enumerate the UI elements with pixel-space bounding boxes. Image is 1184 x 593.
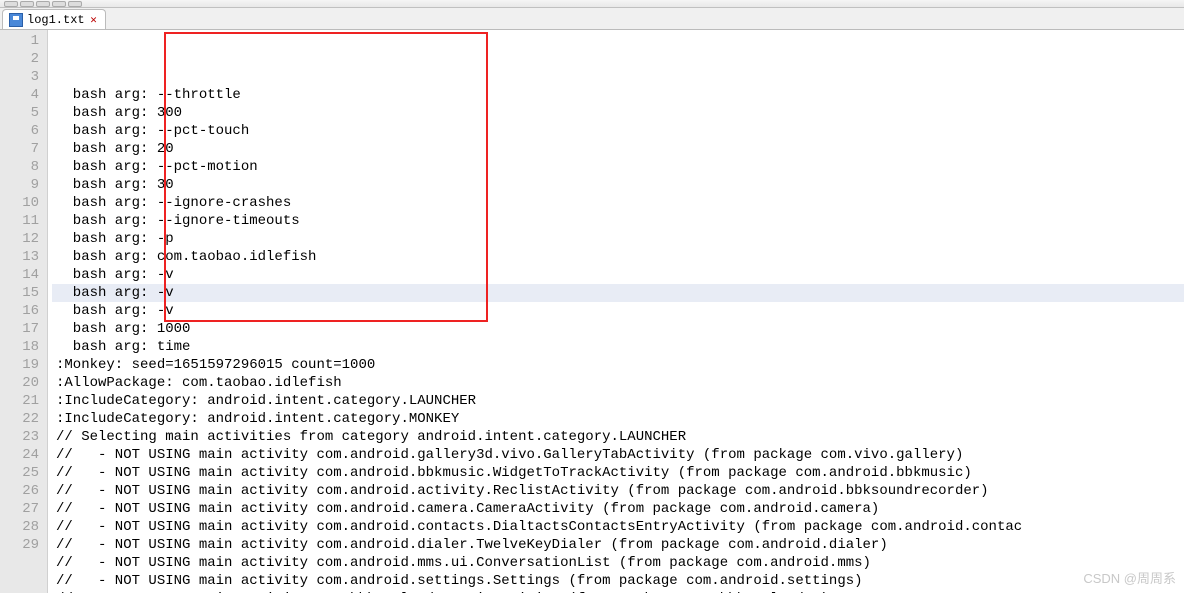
- code-line[interactable]: // - NOT USING main activity com.android…: [52, 572, 1184, 590]
- code-line[interactable]: :Monkey: seed=1651597296015 count=1000: [52, 356, 1184, 374]
- code-line[interactable]: :IncludeCategory: android.intent.categor…: [52, 410, 1184, 428]
- code-line[interactable]: bash arg: --pct-motion: [52, 158, 1184, 176]
- code-line[interactable]: // Selecting main activities from catego…: [52, 428, 1184, 446]
- toolbar: [0, 0, 1184, 8]
- code-line[interactable]: bash arg: --ignore-timeouts: [52, 212, 1184, 230]
- code-line[interactable]: // - NOT USING main activity com.android…: [52, 500, 1184, 518]
- line-number: 1: [0, 32, 39, 50]
- line-number: 3: [0, 68, 39, 86]
- line-number: 6: [0, 122, 39, 140]
- editor-area[interactable]: 1234567891011121314151617181920212223242…: [0, 30, 1184, 593]
- line-number: 11: [0, 212, 39, 230]
- code-line[interactable]: :AllowPackage: com.taobao.idlefish: [52, 374, 1184, 392]
- line-number: 9: [0, 176, 39, 194]
- code-line[interactable]: bash arg: 1000: [52, 320, 1184, 338]
- line-number: 16: [0, 302, 39, 320]
- code-line[interactable]: // - NOT USING main activity com.android…: [52, 518, 1184, 536]
- toolbar-icon[interactable]: [36, 1, 50, 7]
- code-line[interactable]: bash arg: --ignore-crashes: [52, 194, 1184, 212]
- line-number: 18: [0, 338, 39, 356]
- close-icon[interactable]: ✕: [89, 15, 99, 25]
- code-line[interactable]: bash arg: --pct-touch: [52, 122, 1184, 140]
- line-number: 14: [0, 266, 39, 284]
- line-number: 17: [0, 320, 39, 338]
- line-number: 24: [0, 446, 39, 464]
- code-line[interactable]: bash arg: -v: [52, 302, 1184, 320]
- line-number: 27: [0, 500, 39, 518]
- code-content[interactable]: bash arg: --throttle bash arg: 300 bash …: [48, 30, 1184, 593]
- code-line[interactable]: bash arg: 300: [52, 104, 1184, 122]
- code-line[interactable]: bash arg: -v: [52, 266, 1184, 284]
- line-number: 26: [0, 482, 39, 500]
- code-line[interactable]: bash arg: 30: [52, 176, 1184, 194]
- line-number: 10: [0, 194, 39, 212]
- tab-bar: log1.txt ✕: [0, 8, 1184, 30]
- code-line[interactable]: bash arg: --throttle: [52, 86, 1184, 104]
- line-number: 13: [0, 248, 39, 266]
- toolbar-icon[interactable]: [68, 1, 82, 7]
- save-icon: [9, 13, 23, 27]
- code-line[interactable]: :IncludeCategory: android.intent.categor…: [52, 392, 1184, 410]
- tab-file[interactable]: log1.txt ✕: [2, 9, 106, 29]
- line-number: 28: [0, 518, 39, 536]
- line-number: 25: [0, 464, 39, 482]
- line-gutter: 1234567891011121314151617181920212223242…: [0, 30, 48, 593]
- tab-filename: log1.txt: [27, 13, 85, 27]
- line-number: 5: [0, 104, 39, 122]
- line-number: 15: [0, 284, 39, 302]
- code-line[interactable]: bash arg: 20: [52, 140, 1184, 158]
- code-line[interactable]: bash arg: -v: [52, 284, 1184, 302]
- line-number: 22: [0, 410, 39, 428]
- line-number: 20: [0, 374, 39, 392]
- code-line[interactable]: // - NOT USING main activity com.android…: [52, 446, 1184, 464]
- line-number: 8: [0, 158, 39, 176]
- line-number: 29: [0, 536, 39, 554]
- code-line[interactable]: // - NOT USING main activity com.android…: [52, 482, 1184, 500]
- code-line[interactable]: // - NOT USING main activity com.android…: [52, 536, 1184, 554]
- line-number: 7: [0, 140, 39, 158]
- code-line[interactable]: bash arg: -p: [52, 230, 1184, 248]
- line-number: 2: [0, 50, 39, 68]
- code-line[interactable]: // - NOT USING main activity com.android…: [52, 554, 1184, 572]
- code-line[interactable]: bash arg: time: [52, 338, 1184, 356]
- toolbar-icon[interactable]: [20, 1, 34, 7]
- line-number: 23: [0, 428, 39, 446]
- code-line[interactable]: // - NOT USING main activity com.android…: [52, 464, 1184, 482]
- line-number: 12: [0, 230, 39, 248]
- toolbar-icon[interactable]: [4, 1, 18, 7]
- line-number: 4: [0, 86, 39, 104]
- toolbar-icon[interactable]: [52, 1, 66, 7]
- code-line[interactable]: bash arg: com.taobao.idlefish: [52, 248, 1184, 266]
- line-number: 21: [0, 392, 39, 410]
- line-number: 19: [0, 356, 39, 374]
